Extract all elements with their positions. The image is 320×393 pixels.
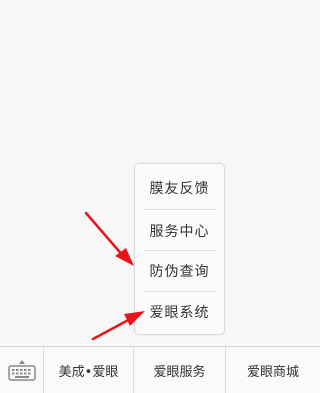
tab-eye-care-mall[interactable]: 爱眼商城 bbox=[226, 347, 320, 393]
tab-label: 爱眼服务 bbox=[153, 364, 206, 380]
tab-meicheng-aiyan[interactable]: 美成•爱眼 bbox=[44, 347, 133, 393]
keyboard-icon bbox=[7, 360, 36, 381]
arrow-to-eye-care-system bbox=[91, 311, 145, 341]
annotation-arrows bbox=[84, 211, 145, 341]
arrow-to-anti-counterfeit bbox=[84, 211, 134, 266]
bottom-menu-bar: 美成•爱眼 爱眼服务 爱眼商城 bbox=[0, 346, 320, 393]
tab-label: 爱眼商城 bbox=[246, 364, 299, 380]
tab-eye-care-service[interactable]: 爱眼服务 bbox=[134, 347, 225, 393]
tab-label: 美成•爱眼 bbox=[58, 364, 119, 380]
keyboard-toggle-button[interactable] bbox=[0, 347, 43, 393]
